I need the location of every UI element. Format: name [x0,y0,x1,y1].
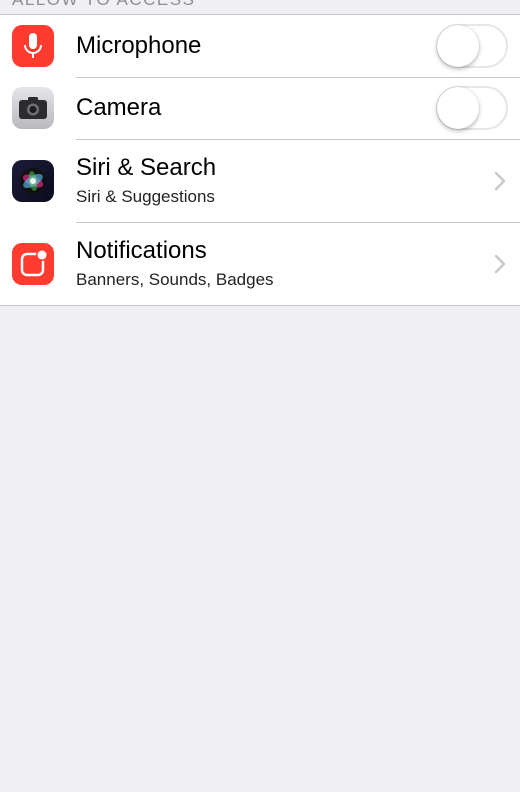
toggle-knob [437,25,479,67]
row-title: Camera [76,94,162,121]
row-title: Microphone [76,32,202,59]
row-subtitle: Banners, Sounds, Badges [76,269,274,289]
chevron-right-icon [492,169,508,193]
settings-list: Microphone Camera Siri & Search Siri & S… [0,14,520,306]
camera-icon [12,87,54,129]
notifications-icon [12,242,54,285]
microphone-toggle[interactable] [436,24,508,68]
row-title: Notifications [76,236,207,264]
row-subtitle: Siri & Suggestions [76,186,215,206]
section-header: ALLOW TO ACCESS [12,0,195,14]
microphone-icon [12,25,54,67]
siri-icon [12,159,54,202]
row-camera[interactable]: Camera [0,77,520,139]
row-microphone[interactable]: Microphone [0,15,520,77]
row-siri-search[interactable]: Siri & Search Siri & Suggestions [0,139,520,222]
row-title: Siri & Search [76,153,217,181]
row-notifications[interactable]: Notifications Banners, Sounds, Badges [0,222,520,305]
toggle-knob [437,87,479,129]
camera-toggle[interactable] [436,86,508,130]
chevron-right-icon [492,252,508,276]
